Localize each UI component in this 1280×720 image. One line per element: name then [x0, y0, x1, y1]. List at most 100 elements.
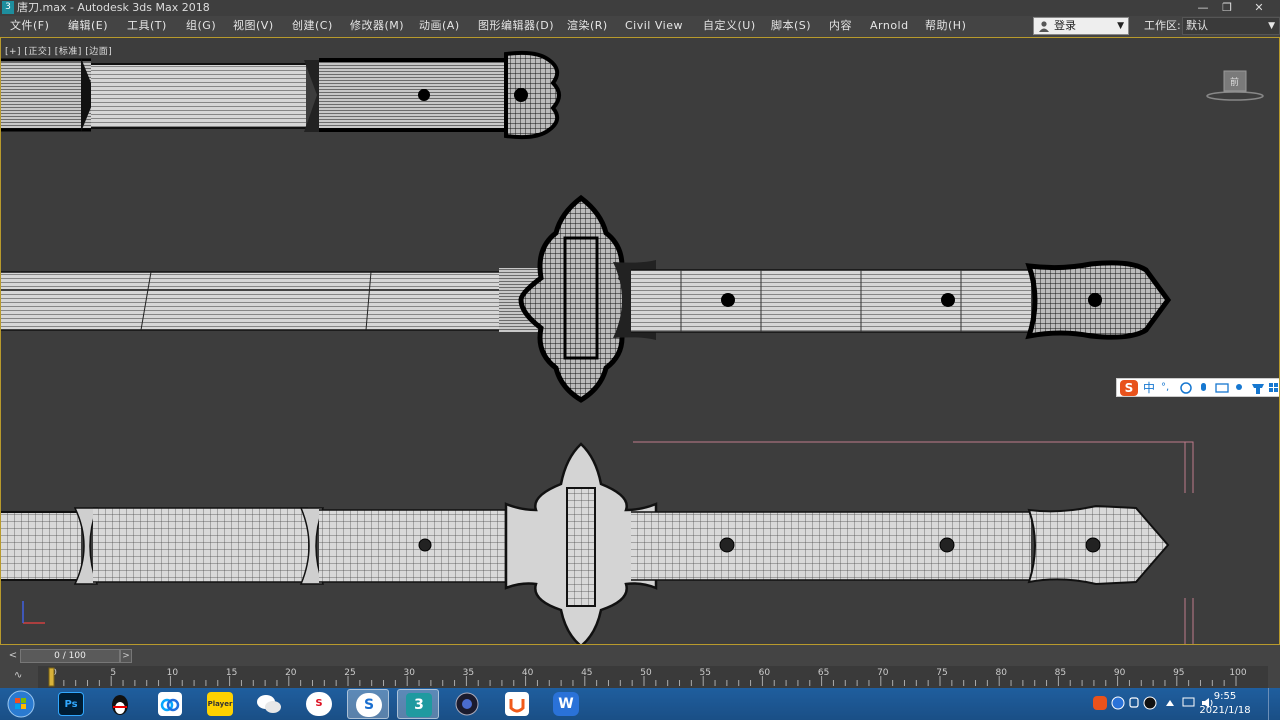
timeline-tick-label: 85	[1055, 668, 1066, 678]
menu-help[interactable]: 帮助(H)	[925, 16, 966, 36]
time-slider-prev-button[interactable]: <	[6, 649, 20, 663]
chevron-down-icon: ▼	[1268, 21, 1275, 31]
menu-animation[interactable]: 动画(A)	[419, 16, 460, 36]
chevron-down-icon: ▼	[1117, 21, 1124, 31]
sogou-logo-icon[interactable]: S	[1120, 380, 1138, 396]
timeline-track-fill	[38, 666, 1268, 688]
menu-customize[interactable]: 自定义(U)	[703, 16, 756, 36]
timeline-tick-label: 10	[167, 668, 179, 678]
menu-content[interactable]: 内容	[829, 16, 852, 36]
time-slider-bar: < 0 / 100 >	[0, 646, 1280, 666]
timeline-tick-label: 65	[818, 668, 829, 678]
menu-rendering[interactable]: 渲染(R)	[567, 16, 608, 36]
timeline-tick-label: 45	[581, 668, 592, 678]
taskbar-player[interactable]: Player	[199, 689, 241, 719]
timeline-tick-label: 20	[285, 668, 297, 678]
clock-date: 2021/1/18	[1199, 705, 1251, 716]
viewcube[interactable]: 前	[1205, 68, 1265, 104]
time-slider[interactable]: 0 / 100	[20, 649, 120, 663]
wps-icon: W	[553, 692, 579, 716]
baidu-netdisk-icon	[158, 692, 182, 716]
timeline-tick-label: 50	[640, 668, 652, 678]
taskbar-cinema4d[interactable]	[446, 689, 488, 719]
3dsmax-app-icon[interactable]: 3	[2, 1, 14, 14]
timeline-tick-label: 25	[344, 668, 355, 678]
qq-penguin-icon	[112, 695, 128, 715]
timeline-track[interactable]: 0510152025303540455055606570758085909510…	[0, 666, 1280, 688]
timeline-tick-label: 100	[1229, 668, 1246, 678]
current-frame-marker[interactable]	[48, 667, 55, 687]
login-label: 登录	[1054, 19, 1076, 32]
clock-time: 9:55	[1213, 691, 1237, 702]
timeline-tick-label: 30	[403, 668, 415, 678]
substance-icon: S	[306, 692, 332, 716]
sword-front-view[interactable]	[1, 442, 1170, 645]
menu-create[interactable]: 创建(C)	[292, 16, 333, 36]
windows-taskbar: Ps Player S S 3 W 9:55 2021/1/18	[0, 688, 1280, 720]
menu-arnold[interactable]: Arnold	[870, 16, 909, 36]
login-dropdown[interactable]: 登录 ▼	[1033, 17, 1129, 35]
timeline-tick-label: 15	[226, 668, 237, 678]
timeline-tick-label: 90	[1114, 668, 1126, 678]
wechat-icon	[257, 695, 281, 713]
start-button[interactable]	[0, 689, 42, 719]
sheath-top-view[interactable]	[1, 50, 561, 140]
timeline-tick-label: 35	[463, 668, 474, 678]
close-button[interactable]: ✕	[1248, 0, 1270, 16]
taskbar-clock[interactable]: 9:55 2021/1/18	[1196, 689, 1254, 719]
taskbar-ucloud[interactable]	[496, 689, 538, 719]
timeline-tick-label: 95	[1173, 668, 1184, 678]
player-icon: Player	[207, 692, 233, 716]
menu-tools[interactable]: 工具(T)	[127, 16, 167, 36]
taskbar-wps[interactable]: W	[545, 689, 587, 719]
cinema4d-icon	[455, 692, 479, 716]
taskbar-qq[interactable]	[99, 689, 141, 719]
timeline-tick-label: 40	[522, 668, 534, 678]
menu-scripting[interactable]: 脚本(S)	[771, 16, 811, 36]
menu-view[interactable]: 视图(V)	[233, 16, 274, 36]
timeline-tick-label: 75	[936, 668, 947, 678]
taskbar-photoshop[interactable]: Ps	[50, 689, 92, 719]
sword-wireframe-scene	[1, 50, 1194, 645]
timeline-tick-label: 80	[995, 668, 1007, 678]
windows-start-icon	[7, 690, 35, 718]
sword-side-view[interactable]	[1, 194, 1172, 403]
taskbar-wechat[interactable]	[248, 689, 290, 719]
taskbar-sogou[interactable]: S	[347, 689, 389, 719]
taskbar-substance[interactable]: S	[298, 689, 340, 719]
photoshop-icon: Ps	[58, 692, 84, 716]
restore-button[interactable]: ❐	[1216, 0, 1238, 16]
menu-graph-editors[interactable]: 图形编辑器(D)	[478, 16, 554, 36]
menu-group[interactable]: 组(G)	[186, 16, 216, 36]
curve-editor-icon[interactable]: ∿	[14, 670, 22, 681]
ime-tool-icons[interactable]	[1179, 381, 1279, 395]
orange-app-icon	[505, 692, 529, 716]
timeline-tick-label: 55	[699, 668, 710, 678]
menu-modifiers[interactable]: 修改器(M)	[350, 16, 404, 36]
sogou-browser-icon: S	[356, 693, 382, 717]
viewport-front[interactable]: [+] [正交] [标准] [边面] 前 S 中 °,	[0, 37, 1280, 645]
ime-mode-toggle[interactable]: 中	[1143, 380, 1155, 396]
user-icon	[1039, 21, 1049, 32]
minimize-button[interactable]: —	[1192, 0, 1214, 16]
viewcube-face-label: 前	[1230, 78, 1240, 88]
menu-edit[interactable]: 编辑(E)	[68, 16, 108, 36]
menu-file[interactable]: 文件(F)	[10, 16, 49, 36]
3dsmax-icon: 3	[406, 693, 432, 717]
taskbar-3dsmax[interactable]: 3	[397, 689, 439, 719]
timeline-ruler: 0510152025303540455055606570758085909510…	[0, 666, 1280, 688]
tray-icons[interactable]	[1090, 688, 1200, 720]
title-bar: 3 唐刀.max - Autodesk 3ds Max 2018 — ❐ ✕	[0, 0, 1280, 16]
timeline-tick-label: 60	[759, 668, 771, 678]
taskbar-baidu-netdisk[interactable]	[149, 689, 191, 719]
time-slider-next-button[interactable]: >	[120, 649, 132, 663]
show-desktop-button[interactable]	[1268, 688, 1280, 720]
workspace-label: 工作区:	[1144, 19, 1181, 32]
workspace-select[interactable]: 默认 ▼	[1182, 17, 1280, 35]
axis-gizmo	[22, 601, 45, 624]
ime-punctuation-toggle[interactable]: °,	[1161, 380, 1169, 396]
timeline-tick-label: 70	[877, 668, 889, 678]
menu-civil-view[interactable]: Civil View	[625, 16, 683, 36]
ime-toolbar[interactable]: S 中 °,	[1116, 378, 1279, 397]
workspace-value: 默认	[1186, 19, 1208, 32]
